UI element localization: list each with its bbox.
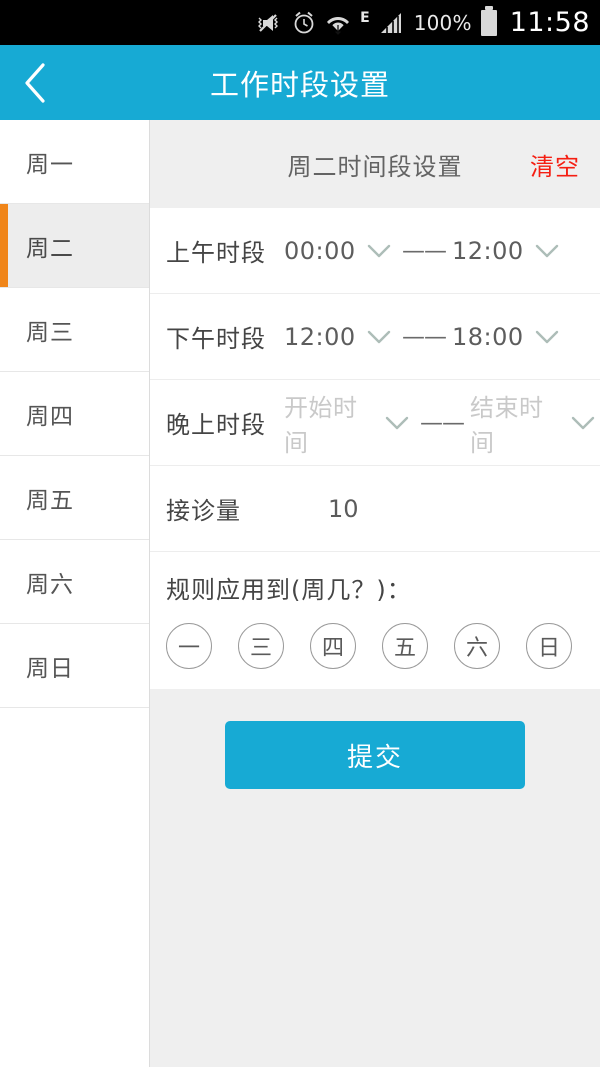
- time-row-label: 晚上时段: [166, 411, 266, 439]
- sidebar-item-label: 周一: [26, 151, 74, 178]
- time-row-evening: 晚上时段 开始时间 —— 结束时间: [150, 380, 600, 466]
- app-screen: E 100% 11:58 工作时段设置 周一 周二 周三 周四 周五 周六 周日…: [0, 0, 600, 1067]
- sidebar-item-label: 周日: [26, 655, 74, 682]
- evening-start-time-placeholder: 开始时间: [284, 393, 358, 457]
- app-bar: 工作时段设置: [0, 45, 600, 120]
- morning-end-time-select[interactable]: 12:00: [452, 237, 530, 265]
- afternoon-end-time-value: 18:00: [452, 322, 524, 351]
- time-row-afternoon: 下午时段 12:00 —— 18:00: [150, 294, 600, 380]
- chevron-down-icon[interactable]: [530, 329, 564, 345]
- sidebar-item-friday[interactable]: 周五: [0, 456, 149, 540]
- chevron-down-icon[interactable]: [381, 415, 414, 431]
- evening-start-time-select[interactable]: 开始时间: [284, 388, 381, 458]
- time-row-label: 上午时段: [166, 239, 266, 267]
- main-header-title: 周二时间段设置: [287, 152, 463, 181]
- main-panel: 周二时间段设置 清空 上午时段 00:00 —— 12:00 下午时段 12:0…: [150, 120, 600, 1067]
- weekday-chip-sunday[interactable]: 日: [526, 623, 572, 669]
- submit-button[interactable]: 提交: [225, 721, 525, 789]
- submit-area: 提交: [150, 689, 600, 789]
- weekday-chip-label: 日: [537, 636, 560, 661]
- status-clock: 11:58: [509, 7, 590, 38]
- sidebar-item-label: 周六: [26, 571, 74, 598]
- sidebar-item-label: 周四: [26, 403, 74, 430]
- capacity-row: 接诊量 10: [150, 466, 600, 552]
- sidebar-item-tuesday[interactable]: 周二: [0, 204, 149, 288]
- weekday-chip-label: 五: [393, 636, 416, 661]
- chevron-down-icon[interactable]: [362, 329, 396, 345]
- weekday-chip-monday[interactable]: 一: [166, 623, 212, 669]
- back-button[interactable]: [0, 45, 70, 120]
- mute-vibrate-icon: [253, 11, 283, 35]
- morning-start-time-select[interactable]: 00:00: [284, 237, 362, 265]
- main-panel-header: 周二时间段设置 清空: [150, 120, 600, 208]
- sidebar-item-label: 周二: [26, 235, 74, 262]
- edge-network-icon: E: [360, 10, 370, 26]
- weekday-chip-label: 三: [249, 636, 272, 661]
- weekday-chip-friday[interactable]: 五: [382, 623, 428, 669]
- chevron-down-icon[interactable]: [530, 243, 564, 259]
- alarm-icon: [292, 10, 316, 36]
- weekday-chip-wednesday[interactable]: 三: [238, 623, 284, 669]
- wifi-icon: [325, 10, 351, 36]
- time-range-separator: ——: [402, 237, 447, 264]
- capacity-input[interactable]: 10: [328, 495, 359, 523]
- signal-bars-icon: [379, 11, 405, 35]
- weekday-chip-saturday[interactable]: 六: [454, 623, 500, 669]
- sidebar-item-wednesday[interactable]: 周三: [0, 288, 149, 372]
- chevron-down-icon[interactable]: [567, 415, 600, 431]
- weekday-chip-group: 一 三 四 五 六 日: [166, 623, 584, 669]
- time-row-label: 下午时段: [166, 325, 266, 353]
- morning-start-time-value: 00:00: [284, 236, 356, 265]
- weekday-chip-label: 一: [177, 636, 200, 661]
- sidebar-item-label: 周三: [26, 319, 74, 346]
- time-range-separator: ——: [402, 323, 447, 350]
- weekday-chip-label: 六: [465, 636, 488, 661]
- weekday-sidebar: 周一 周二 周三 周四 周五 周六 周日: [0, 120, 150, 1067]
- evening-end-time-placeholder: 结束时间: [470, 393, 544, 457]
- afternoon-start-time-value: 12:00: [284, 322, 356, 351]
- chevron-down-icon[interactable]: [362, 243, 396, 259]
- status-bar: E 100% 11:58: [0, 0, 600, 45]
- battery-percent-label: 100%: [413, 10, 472, 35]
- time-row-morning: 上午时段 00:00 —— 12:00: [150, 208, 600, 294]
- content-area: 周一 周二 周三 周四 周五 周六 周日 周二时间段设置 清空 上午时段 00:…: [0, 120, 600, 1067]
- sidebar-item-monday[interactable]: 周一: [0, 120, 149, 204]
- evening-end-time-select[interactable]: 结束时间: [470, 388, 567, 458]
- afternoon-start-time-select[interactable]: 12:00: [284, 323, 362, 351]
- sidebar-item-sunday[interactable]: 周日: [0, 624, 149, 708]
- settings-card: 上午时段 00:00 —— 12:00 下午时段 12:00 —— 18:00 …: [150, 208, 600, 689]
- afternoon-end-time-select[interactable]: 18:00: [452, 323, 530, 351]
- battery-icon: [480, 5, 497, 36]
- sidebar-item-thursday[interactable]: 周四: [0, 372, 149, 456]
- capacity-label: 接诊量: [166, 497, 241, 525]
- time-range-separator: ——: [420, 409, 465, 436]
- weekday-chip-thursday[interactable]: 四: [310, 623, 356, 669]
- weekday-chip-label: 四: [321, 636, 344, 661]
- chevron-left-icon: [21, 61, 49, 105]
- clear-button[interactable]: 清空: [530, 147, 580, 182]
- sidebar-item-label: 周五: [26, 487, 74, 514]
- morning-end-time-value: 12:00: [452, 236, 524, 265]
- rule-apply-title: 规则应用到(周几？)：: [166, 576, 412, 604]
- rule-apply-section: 规则应用到(周几？)： 一 三 四 五 六 日: [150, 552, 600, 689]
- sidebar-item-saturday[interactable]: 周六: [0, 540, 149, 624]
- page-title: 工作时段设置: [209, 67, 390, 102]
